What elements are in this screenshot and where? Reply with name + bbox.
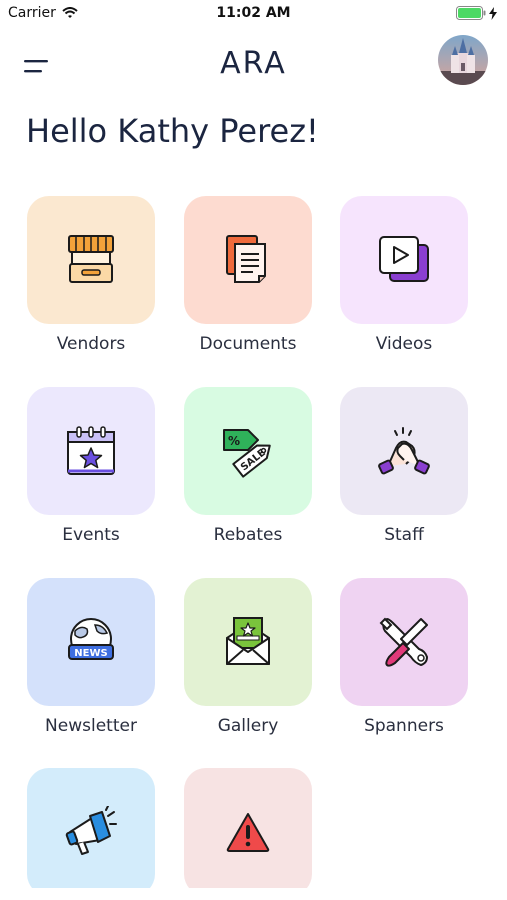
tile-label: Newsletter bbox=[45, 716, 137, 736]
tile-announcements[interactable] bbox=[27, 768, 155, 888]
charging-bolt-icon bbox=[489, 6, 497, 20]
tile-staff-box bbox=[340, 387, 468, 515]
tile-rebates[interactable]: % SALE Rebates bbox=[184, 387, 312, 545]
app-header: ARA bbox=[0, 28, 507, 106]
app-title: ARA bbox=[220, 46, 287, 81]
tile-gallery-box bbox=[184, 578, 312, 706]
battery-icon bbox=[456, 6, 486, 20]
tile-spanners[interactable]: Spanners bbox=[340, 578, 468, 736]
tile-staff[interactable]: Staff bbox=[340, 387, 468, 545]
tile-label: Rebates bbox=[213, 525, 283, 545]
tile-gallery[interactable]: Gallery bbox=[184, 578, 312, 736]
tile-label: Vendors bbox=[56, 334, 126, 354]
tile-vendors[interactable]: Vendors bbox=[27, 196, 155, 354]
handshake-icon bbox=[378, 427, 430, 475]
news-globe-icon: NEWS bbox=[68, 618, 114, 660]
tile-label: Documents bbox=[199, 334, 297, 354]
tile-label: Staff bbox=[384, 525, 424, 545]
castle-photo bbox=[438, 35, 488, 85]
tile-newsletter[interactable]: NEWS Newsletter bbox=[27, 578, 155, 736]
greeting-text: Hello Kathy Perez! bbox=[26, 112, 319, 150]
tile-announcements-box bbox=[27, 768, 155, 888]
tile-spanners-box bbox=[340, 578, 468, 706]
tile-label: Spanners bbox=[364, 716, 444, 736]
wrench-screwdriver-icon bbox=[379, 617, 428, 667]
tile-documents-box bbox=[184, 196, 312, 324]
svg-text:%: % bbox=[228, 434, 240, 448]
envelope-picture-icon bbox=[226, 617, 270, 665]
tile-events-box bbox=[27, 387, 155, 515]
warning-icon bbox=[226, 813, 270, 852]
market-stall-icon bbox=[68, 235, 114, 283]
tile-videos-box bbox=[340, 196, 468, 324]
tile-vendors-box bbox=[27, 196, 155, 324]
tile-label: Videos bbox=[375, 334, 433, 354]
svg-text:NEWS: NEWS bbox=[74, 648, 107, 659]
status-bar: Carrier 11:02 AM bbox=[0, 0, 507, 28]
video-play-icon bbox=[379, 236, 429, 282]
calendar-star-icon bbox=[67, 426, 115, 475]
tile-label: Events bbox=[62, 525, 120, 545]
megaphone-icon bbox=[65, 806, 117, 855]
tile-events[interactable]: Events bbox=[27, 387, 155, 545]
tile-rebates-box: % SALE bbox=[184, 387, 312, 515]
documents-icon bbox=[226, 235, 266, 283]
tile-documents[interactable]: Documents bbox=[184, 196, 312, 354]
tile-alerts[interactable] bbox=[184, 768, 312, 888]
battery-indicator bbox=[456, 6, 497, 20]
avatar[interactable] bbox=[438, 35, 488, 85]
status-time: 11:02 AM bbox=[216, 5, 291, 21]
tile-videos[interactable]: Videos bbox=[340, 196, 468, 354]
tile-label: Gallery bbox=[217, 716, 279, 736]
sale-tags-icon: % SALE bbox=[223, 429, 271, 478]
tile-newsletter-box: NEWS bbox=[27, 578, 155, 706]
tile-alerts-box bbox=[184, 768, 312, 888]
